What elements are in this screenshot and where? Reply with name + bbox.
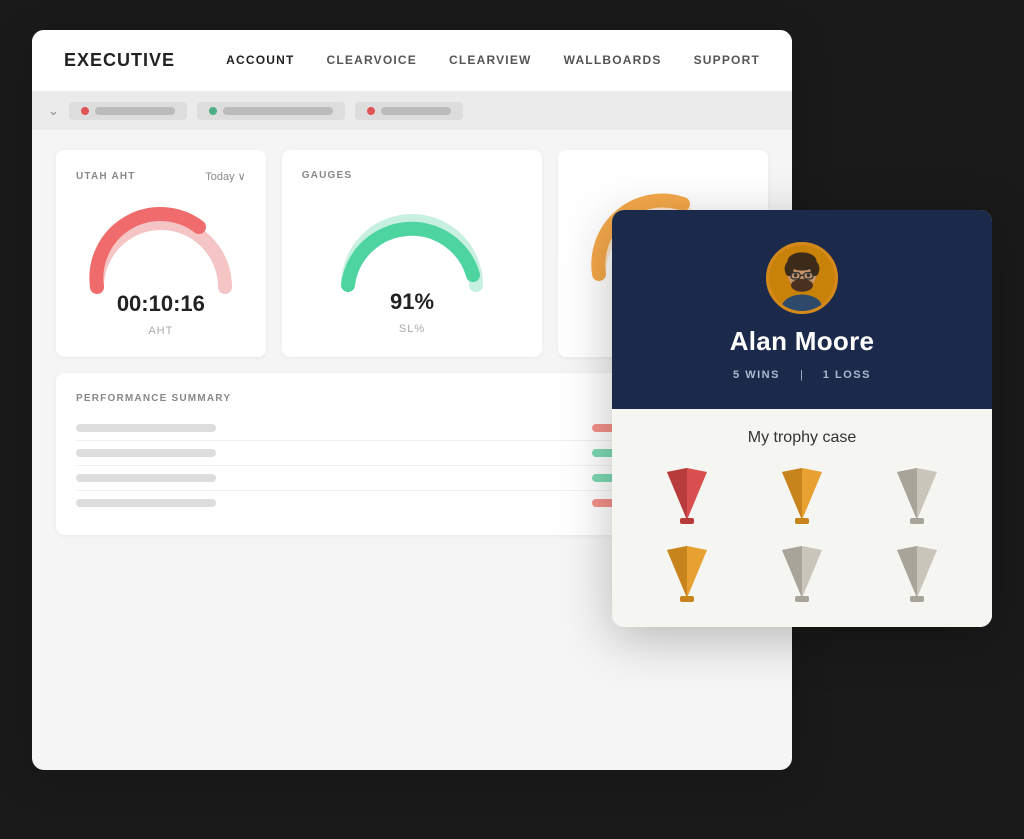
trophy-item-1 bbox=[655, 465, 719, 529]
profile-header: Alan Moore 5 WINS | 1 LOSS bbox=[612, 210, 992, 409]
trophy-item-6 bbox=[885, 543, 949, 607]
widget-gauges: GAUGES 91% SL% bbox=[282, 150, 543, 357]
widget-gauges-header: GAUGES bbox=[302, 170, 523, 181]
tab-text-1 bbox=[95, 107, 175, 115]
gauge-sl-svg bbox=[332, 197, 492, 297]
sl-value: 91% bbox=[390, 289, 434, 315]
perf-label-1 bbox=[76, 424, 216, 432]
trophy-item-3 bbox=[885, 465, 949, 529]
nav-item-clearview[interactable]: CLEARVIEW bbox=[449, 53, 532, 67]
widget-gauges-title: GAUGES bbox=[302, 170, 353, 181]
profile-loss: 1 LOSS bbox=[823, 369, 871, 381]
avatar-svg bbox=[769, 242, 835, 314]
tab-dot-red bbox=[81, 107, 89, 115]
perf-label-4 bbox=[76, 499, 216, 507]
trophy-section: My trophy case bbox=[612, 409, 992, 627]
profile-card: Alan Moore 5 WINS | 1 LOSS My trophy cas… bbox=[612, 210, 992, 627]
perf-label-2 bbox=[76, 449, 216, 457]
scene: EXECUTIVE ACCOUNT CLEARVOICE CLEARVIEW W… bbox=[32, 30, 992, 810]
tab-dot-green bbox=[209, 107, 217, 115]
nav: ACCOUNT CLEARVOICE CLEARVIEW WALLBOARDS … bbox=[226, 53, 760, 67]
nav-item-support[interactable]: SUPPORT bbox=[694, 53, 760, 67]
trophy-book-grey-1 bbox=[892, 468, 942, 526]
profile-stats: 5 WINS | 1 LOSS bbox=[733, 369, 871, 381]
aht-value: 00:10:16 bbox=[117, 291, 205, 317]
chevron-down-icon[interactable]: ⌄ bbox=[48, 103, 59, 119]
widget-aht-title: UTAH AHT bbox=[76, 171, 136, 182]
profile-divider: | bbox=[800, 369, 803, 381]
widget-aht: UTAH AHT Today ∨ 00:10:16 AHT bbox=[56, 150, 266, 357]
tab-3[interactable] bbox=[355, 102, 463, 120]
avatar bbox=[766, 242, 838, 314]
trophy-book-red bbox=[662, 468, 712, 526]
nav-item-account[interactable]: ACCOUNT bbox=[226, 53, 294, 67]
tab-1[interactable] bbox=[69, 102, 187, 120]
tab-2[interactable] bbox=[197, 102, 345, 120]
sl-label: SL% bbox=[399, 323, 425, 335]
nav-item-wallboards[interactable]: WALLBOARDS bbox=[564, 53, 662, 67]
gauge-aht-svg bbox=[81, 199, 241, 299]
trophy-book-orange-2 bbox=[662, 546, 712, 604]
tab-text-2 bbox=[223, 107, 333, 115]
nav-item-clearvoice[interactable]: CLEARVOICE bbox=[327, 53, 417, 67]
tab-dot-red-2 bbox=[367, 107, 375, 115]
logo: EXECUTIVE bbox=[64, 50, 175, 71]
widget-aht-header: UTAH AHT Today ∨ bbox=[76, 170, 246, 183]
perf-label-3 bbox=[76, 474, 216, 482]
tab-bar: ⌄ bbox=[32, 92, 792, 130]
header: EXECUTIVE ACCOUNT CLEARVOICE CLEARVIEW W… bbox=[32, 30, 792, 92]
profile-name: Alan Moore bbox=[730, 326, 875, 357]
trophy-book-grey-3 bbox=[892, 546, 942, 604]
trophy-grid bbox=[636, 465, 968, 607]
tab-text-3 bbox=[381, 107, 451, 115]
trophy-item-5 bbox=[770, 543, 834, 607]
profile-wins: 5 WINS bbox=[733, 369, 780, 381]
aht-label: AHT bbox=[148, 325, 173, 337]
trophy-book-orange-1 bbox=[777, 468, 827, 526]
trophy-item-2 bbox=[770, 465, 834, 529]
trophy-book-grey-2 bbox=[777, 546, 827, 604]
widget-aht-filter[interactable]: Today ∨ bbox=[205, 170, 245, 183]
gauge-aht-container: 00:10:16 AHT bbox=[76, 199, 246, 337]
trophy-title: My trophy case bbox=[636, 429, 968, 447]
trophy-item-4 bbox=[655, 543, 719, 607]
gauge-sl-container: 91% SL% bbox=[302, 197, 523, 335]
